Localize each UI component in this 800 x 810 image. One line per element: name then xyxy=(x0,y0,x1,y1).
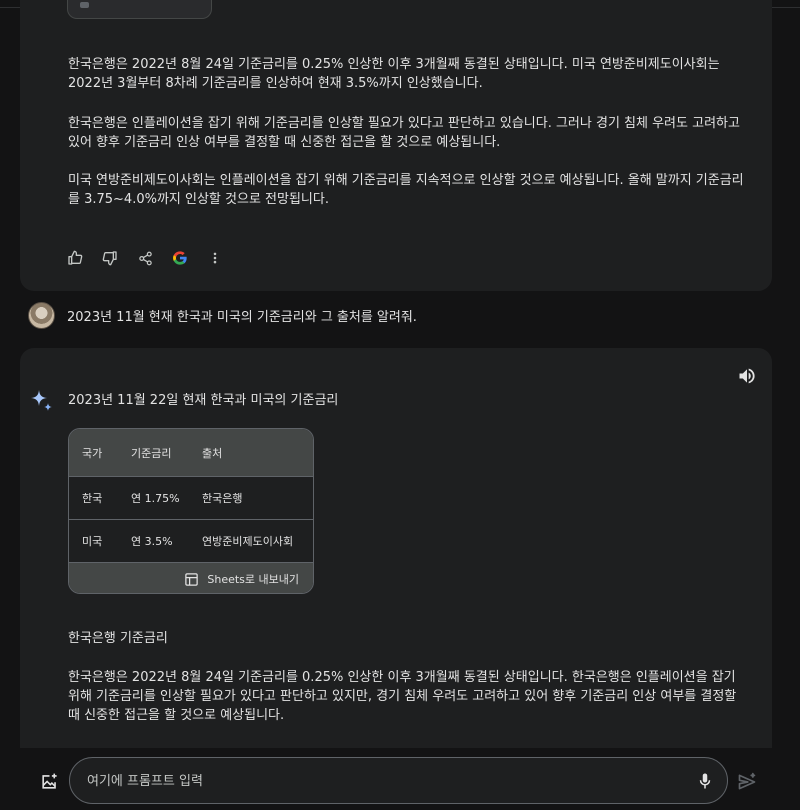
prompt-input[interactable] xyxy=(87,770,687,792)
table-cell: 한국은행 xyxy=(202,492,243,505)
table-cell: 한국 xyxy=(82,492,103,505)
add-image-icon[interactable] xyxy=(40,772,59,795)
user-message: 2023년 11월 현재 한국과 미국의 기준금리와 그 출처를 알려줘. xyxy=(28,302,417,329)
response-heading: 2023년 11월 22일 현재 한국과 미국의 기준금리 xyxy=(68,393,339,408)
table-row: 미국 연 3.5% 연방준비제도이사회 xyxy=(69,519,313,562)
rate-table: 국가 기준금리 출처 한국 연 1.75% 한국은행 미국 연 3.5% 연방준… xyxy=(68,428,314,594)
previous-chip xyxy=(67,0,212,19)
sheets-table-icon xyxy=(185,572,199,586)
table-cell: 연 3.5% xyxy=(131,535,173,548)
table-row: 한국 연 1.75% 한국은행 xyxy=(69,476,313,519)
response-card-1: 한국은행은 2022년 8월 24일 기준금리를 0.25% 인상한 이후 3개… xyxy=(20,0,772,291)
speaker-icon[interactable] xyxy=(737,366,757,390)
section-subheading: 한국은행 기준금리 xyxy=(68,631,168,646)
microphone-icon[interactable] xyxy=(696,771,714,795)
export-label: Sheets로 내보내기 xyxy=(207,573,299,586)
thumb-up-icon[interactable] xyxy=(66,248,84,268)
response-paragraph: 한국은행은 2022년 8월 24일 기준금리를 0.25% 인상한 이후 3개… xyxy=(68,670,737,723)
table-header: 국가 기준금리 출처 xyxy=(69,429,313,476)
export-sheets-button[interactable]: Sheets로 내보내기 xyxy=(69,562,313,593)
table-cell: 연 1.75% xyxy=(131,492,180,505)
column-header: 출처 xyxy=(202,446,223,460)
prompt-field[interactable] xyxy=(69,757,728,804)
thumb-down-icon[interactable] xyxy=(101,248,119,268)
response-paragraph: 한국은행은 인플레이션을 잡기 위해 기준금리를 인상할 필요가 있다고 판단하… xyxy=(68,116,740,150)
response-paragraph: 한국은행은 2022년 8월 24일 기준금리를 0.25% 인상한 이후 3개… xyxy=(68,57,720,91)
response-paragraph: 미국 연방준비제도이사회는 인플레이션을 잡기 위해 기준금리를 지속적으로 인… xyxy=(68,173,744,207)
send-icon[interactable] xyxy=(737,772,757,796)
column-header: 국가 xyxy=(82,446,103,460)
more-vert-icon[interactable] xyxy=(206,248,224,268)
user-message-text: 2023년 11월 현재 한국과 미국의 기준금리와 그 출처를 알려줘. xyxy=(67,310,417,325)
google-icon[interactable] xyxy=(171,248,189,268)
share-icon[interactable] xyxy=(136,248,154,268)
table-cell: 미국 xyxy=(82,535,103,548)
avatar[interactable] xyxy=(28,302,55,329)
gemini-sparkle-icon xyxy=(29,388,53,416)
table-cell: 연방준비제도이사회 xyxy=(202,535,294,548)
response-actions xyxy=(66,248,224,268)
column-header: 기준금리 xyxy=(131,446,172,460)
